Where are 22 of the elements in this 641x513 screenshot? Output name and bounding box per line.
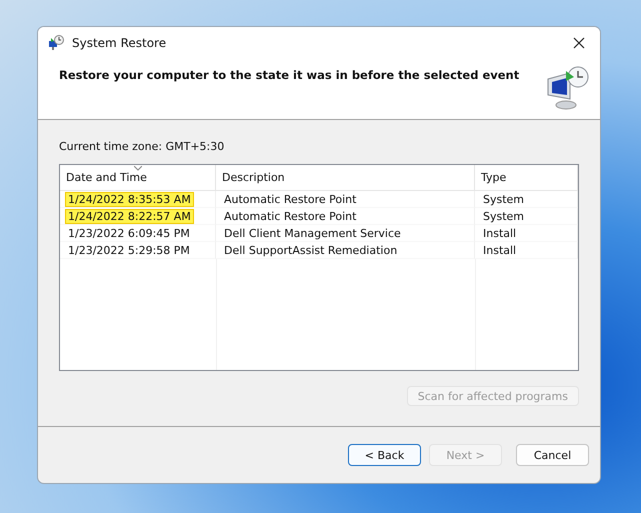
time-zone-label: Current time zone: GMT+5:30: [59, 140, 226, 154]
back-button[interactable]: < Back: [348, 444, 421, 466]
cancel-button[interactable]: Cancel: [516, 444, 589, 466]
type-header[interactable]: Type: [475, 165, 578, 192]
table-cell[interactable]: Install: [481, 244, 518, 257]
window-title: System Restore: [72, 36, 168, 50]
description-header[interactable]: Description: [216, 165, 475, 192]
table-cell[interactable]: Dell Client Management Service: [222, 226, 403, 240]
table-cell[interactable]: 1/24/2022 8:22:57 AM: [66, 210, 193, 223]
table-cell[interactable]: 1/23/2022 6:09:45 PM: [66, 226, 192, 240]
table-cell[interactable]: System: [481, 192, 526, 206]
restore-app-icon: [48, 35, 64, 51]
table-cell[interactable]: Automatic Restore Point: [222, 192, 358, 206]
table-cell[interactable]: Automatic Restore Point: [222, 210, 358, 223]
table-cell[interactable]: System: [481, 210, 526, 223]
table-cell[interactable]: Install: [481, 226, 518, 240]
dialog-heading: Restore your computer to the state it was in before the selected event: [59, 68, 520, 82]
date-time-header[interactable]: Date and Time: [60, 165, 216, 192]
table-cell[interactable]: Dell SupportAssist Remediation: [222, 244, 400, 257]
close-icon[interactable]: [573, 37, 585, 49]
table-cell[interactable]: 1/24/2022 8:35:53 AM: [66, 192, 193, 206]
table-cell[interactable]: 1/23/2022 5:29:58 PM: [66, 244, 192, 257]
